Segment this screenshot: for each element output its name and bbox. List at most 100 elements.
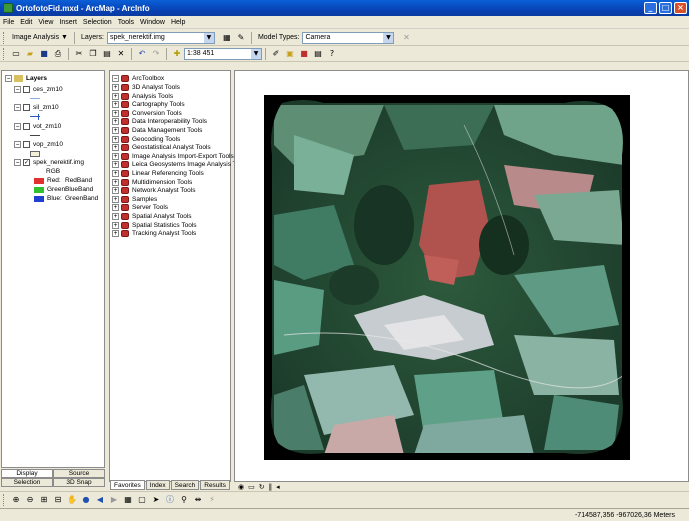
- collapse-icon[interactable]: −: [14, 123, 21, 130]
- save-icon[interactable]: ■: [38, 48, 50, 60]
- arctoolbox-root[interactable]: − ArcToolbox: [112, 74, 164, 83]
- collapse-icon[interactable]: −: [14, 86, 21, 93]
- identify-icon[interactable]: ⓘ: [164, 494, 176, 506]
- menu-help[interactable]: Help: [171, 19, 185, 26]
- expand-icon[interactable]: +: [112, 109, 119, 117]
- fixed-zoom-in-icon[interactable]: ⊞: [38, 494, 50, 506]
- redo-icon[interactable]: ↷: [150, 48, 162, 60]
- expand-icon[interactable]: +: [112, 152, 119, 160]
- menu-window[interactable]: Window: [140, 19, 165, 26]
- layers-select[interactable]: spek_nerektif.img ▼: [106, 31, 215, 44]
- command-line-icon[interactable]: ▤: [312, 48, 324, 60]
- model-types-select[interactable]: Camera ▼: [302, 31, 395, 44]
- orthophoto-raster[interactable]: [264, 95, 630, 460]
- full-extent-icon[interactable]: ●: [80, 494, 92, 506]
- zoom-out-icon[interactable]: ⊖: [24, 494, 36, 506]
- menu-view[interactable]: View: [38, 19, 53, 26]
- layer-visibility-checkbox[interactable]: [23, 86, 30, 93]
- select-elements-icon[interactable]: ➤: [150, 494, 162, 506]
- expand-icon[interactable]: +: [112, 213, 119, 220]
- add-data-icon[interactable]: ✚: [171, 48, 183, 60]
- pause-drawing-icon[interactable]: ‖: [269, 483, 273, 491]
- toc-layer[interactable]: − vop_zm10: [14, 140, 63, 149]
- menu-insert[interactable]: Insert: [59, 19, 77, 26]
- expand-icon[interactable]: +: [112, 135, 119, 143]
- minimize-button[interactable]: _: [644, 2, 657, 14]
- image-analysis-dropdown[interactable]: Image Analysis ▼: [9, 32, 71, 44]
- tool-disabled-icon[interactable]: ✕: [400, 32, 412, 44]
- tab-3d-snap[interactable]: 3D Snap: [53, 478, 105, 487]
- find-icon[interactable]: ⚲: [178, 494, 190, 506]
- hyperlink-icon[interactable]: ⚡: [206, 494, 218, 506]
- toolbar-grip[interactable]: [3, 31, 6, 44]
- arctoolbox-icon[interactable]: ■: [298, 48, 310, 60]
- select-features-icon[interactable]: ▦: [122, 494, 134, 506]
- toolbox-item[interactable]: + Tracking Analyst Tools: [112, 229, 196, 238]
- menu-file[interactable]: File: [3, 19, 14, 26]
- expand-icon[interactable]: +: [112, 101, 119, 109]
- toc-layer[interactable]: − ✓ spek_nerektif.img: [14, 158, 84, 167]
- layer-visibility-checkbox[interactable]: ✓: [23, 159, 30, 166]
- expand-icon[interactable]: +: [112, 84, 119, 91]
- zoom-in-icon[interactable]: ⊕: [10, 494, 22, 506]
- layer-visibility-checkbox[interactable]: [23, 104, 30, 111]
- close-button[interactable]: ×: [674, 2, 687, 14]
- layer-visibility-checkbox[interactable]: [23, 141, 30, 148]
- scroll-left-icon[interactable]: ◂: [276, 483, 280, 491]
- expand-icon[interactable]: +: [112, 187, 119, 195]
- layer-visibility-checkbox[interactable]: [23, 123, 30, 130]
- tab-selection[interactable]: Selection: [1, 478, 53, 487]
- expand-icon[interactable]: +: [112, 127, 119, 134]
- expand-icon[interactable]: +: [112, 118, 119, 126]
- collapse-icon[interactable]: −: [14, 104, 21, 111]
- expand-icon[interactable]: +: [112, 221, 119, 229]
- print-icon[interactable]: ⎙: [52, 48, 64, 60]
- collapse-icon[interactable]: −: [5, 75, 12, 82]
- previous-extent-icon[interactable]: ◀: [94, 494, 106, 506]
- expand-icon[interactable]: +: [112, 170, 119, 177]
- toolbar-grip[interactable]: [3, 47, 6, 60]
- refresh-icon[interactable]: ↻: [259, 483, 265, 491]
- tab-source[interactable]: Source: [53, 469, 105, 478]
- delete-icon[interactable]: ✕: [115, 48, 127, 60]
- expand-icon[interactable]: +: [112, 92, 119, 100]
- toc-layer[interactable]: − ces_zm10: [14, 85, 63, 94]
- expand-icon[interactable]: +: [112, 204, 119, 212]
- tab-results[interactable]: Results: [200, 480, 230, 490]
- editor-toolbar-icon[interactable]: ✐: [270, 48, 282, 60]
- expand-icon[interactable]: +: [112, 161, 119, 169]
- toc-layer[interactable]: − sil_zm10: [14, 103, 59, 112]
- tab-index[interactable]: Index: [145, 480, 170, 490]
- menu-selection[interactable]: Selection: [83, 19, 112, 26]
- arccatalog-icon[interactable]: ▣: [284, 48, 296, 60]
- pencil-icon[interactable]: ✎: [235, 32, 247, 44]
- paste-icon[interactable]: ▤: [101, 48, 113, 60]
- collapse-icon[interactable]: −: [14, 159, 21, 166]
- whats-this-help-icon[interactable]: ?: [326, 48, 338, 60]
- expand-icon[interactable]: +: [112, 144, 119, 152]
- map-scale-select[interactable]: 1:38 451 ▼: [184, 47, 262, 60]
- pan-icon[interactable]: ✋: [66, 494, 78, 506]
- menu-tools[interactable]: Tools: [118, 19, 134, 26]
- tab-search[interactable]: Search: [170, 480, 200, 490]
- cut-icon[interactable]: ✂: [73, 48, 85, 60]
- toolbar-grip[interactable]: [3, 493, 6, 506]
- expand-icon[interactable]: +: [112, 230, 119, 238]
- next-extent-icon[interactable]: ▶: [108, 494, 120, 506]
- menu-edit[interactable]: Edit: [20, 19, 32, 26]
- toc-layer[interactable]: − vot_zm10: [14, 122, 61, 131]
- layout-view-icon[interactable]: ▭: [248, 483, 255, 491]
- undo-icon[interactable]: ↶: [136, 48, 148, 60]
- collapse-icon[interactable]: −: [14, 141, 21, 148]
- maximize-button[interactable]: □: [659, 2, 672, 14]
- new-document-icon[interactable]: ▭: [10, 48, 22, 60]
- collapse-icon[interactable]: −: [112, 75, 119, 82]
- open-folder-icon[interactable]: ▰: [24, 48, 36, 60]
- globe-data-view-icon[interactable]: ◉: [238, 483, 244, 491]
- clear-selection-icon[interactable]: ▢: [136, 494, 148, 506]
- tab-favorites[interactable]: Favorites: [110, 480, 145, 490]
- fixed-zoom-out-icon[interactable]: ⊟: [52, 494, 64, 506]
- expand-icon[interactable]: +: [112, 195, 119, 203]
- layer-properties-icon[interactable]: ▦: [221, 32, 233, 44]
- expand-icon[interactable]: +: [112, 178, 119, 186]
